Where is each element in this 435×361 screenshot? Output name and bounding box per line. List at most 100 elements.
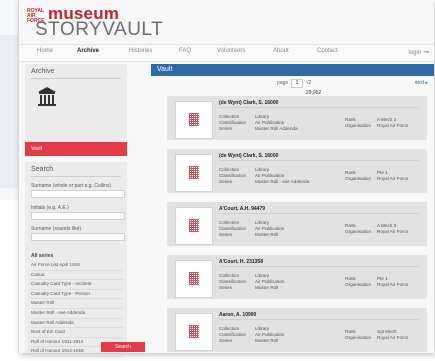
rank-label: Rank [345,117,356,122]
nav-about[interactable]: About [273,48,289,54]
divider [219,266,419,267]
rank-value: A Mech 3 [377,117,397,122]
series-item[interactable]: Muster Roll [31,299,123,309]
nav-histories[interactable]: Histories [129,48,152,54]
series-label: Series [219,126,233,131]
organisation-label: Organisation [345,229,372,234]
series-value: Muster Roll - see Addenda [255,179,310,184]
page-label: page [277,80,289,86]
sidebar-archive-panel: Archive [25,64,127,142]
series-item[interactable]: Casua [31,271,123,281]
record-card[interactable]: (de Wynt) Clark, S. 16000 Collection Lib… [167,149,427,193]
document-icon [189,325,199,338]
series-item[interactable]: Air Force List April 1918 [31,261,123,271]
series-item[interactable]: Muster Roll - see Addenda [31,309,123,319]
nav-home[interactable]: Home [37,48,53,54]
document-icon [189,113,199,126]
organisation-label: Organisation [345,123,372,128]
series-label: Series [219,285,233,290]
record-name[interactable]: Aaron, A. 10900 [219,312,256,318]
surname-sounds-label: Surname (sounds like) [31,226,82,232]
series-item[interactable]: Muster Roll Addenda [31,319,123,329]
record-name[interactable]: (de Wynt) Clark, S. 16000 [219,100,278,106]
classification-value: Air Publication [255,120,285,125]
rank-value: Sgt Mech [377,329,397,334]
nav-contact[interactable]: Contact [317,48,338,54]
surname-sounds-input[interactable] [31,233,125,241]
series-label: Series [219,179,233,184]
rank-label: Rank [345,170,356,175]
initials-label: Initials (e.g. A.E.) [31,205,69,211]
nav-faq[interactable]: FAQ [179,48,191,54]
record-thumbnail[interactable] [175,101,213,139]
divider [219,319,419,320]
record-thumbnail[interactable] [175,207,213,245]
page-total: /2 [307,80,312,86]
document-icon [189,272,199,285]
login-link[interactable]: login ⊸ [408,48,429,56]
series-item[interactable]: Casualty Card Type - Person [31,290,123,300]
rank-value: A Mech 3 [377,223,397,228]
login-label: login [408,50,422,56]
collection-value: Library [255,326,270,331]
series-value: Muster Roll [255,285,279,290]
organisation-label: Organisation [345,335,372,340]
logo-storyvault-text: STORYVAULT [35,19,164,40]
document-icon [189,166,199,179]
sidebar-item-vault[interactable]: Vault [25,142,127,156]
collection-value: Library [255,220,270,225]
record-card[interactable]: A'Court, H. 231358 Collection Library Cl… [167,255,427,299]
record-thumbnail[interactable] [175,260,213,298]
next-page-link[interactable]: next ▸ [415,80,428,86]
organisation-value: Royal Air Force [377,282,409,287]
organisation-value: Royal Air Force [377,335,409,340]
divider [31,176,121,177]
record-name[interactable]: (de Wynt) Clark, S. 16000 [219,153,278,159]
classification-label: Classification [219,173,247,178]
organisation-value: Royal Air Force [377,229,409,234]
museum-building-icon [38,87,56,106]
record-card[interactable]: Aaron, A. 10900 Collection Library Class… [167,308,427,352]
record-card[interactable]: A'Court, A.H. 94479 Collection Library C… [167,202,427,246]
record-thumbnail[interactable] [175,313,213,351]
vault-header: Vault [151,64,434,76]
nav-volunteers[interactable]: Volunteers [217,48,245,54]
series-label: Series [219,232,233,237]
classification-value: Air Publication [255,279,285,284]
classification-value: Air Publication [255,332,285,337]
initials-input[interactable] [31,212,125,220]
sidebar-archive-title: Archive [31,68,55,75]
divider [219,213,419,214]
app-frame: ROYAL AIR FORCE museum STORYVAULT Home A… [18,0,434,357]
organisation-label: Organisation [345,176,372,181]
record-name[interactable]: A'Court, H. 231358 [219,259,263,265]
classification-label: Classification [219,226,247,231]
rank-value: Pte 1 [377,276,388,281]
organisation-value: Royal Air Force [377,123,409,128]
rank-label: Rank [345,223,356,228]
organisation-label: Organisation [345,282,372,287]
collection-label: Collection [219,273,240,278]
collection-value: Library [255,273,270,278]
record-name[interactable]: A'Court, A.H. 94479 [219,206,265,212]
series-value: Muster Roll Addenda [255,126,298,131]
nav-archive[interactable]: Archive [77,48,99,54]
page-input[interactable]: 1 [291,79,303,88]
divider [31,78,121,79]
surname-label: Surname (whole or part e.g. Collins) [31,183,112,189]
pagination: page 1 /2 next ▸ [151,78,434,88]
series-item[interactable]: Casualty Card Type - Incident [31,280,123,290]
record-thumbnail[interactable] [175,154,213,192]
classification-label: Classification [219,120,247,125]
surname-input[interactable] [31,190,125,198]
sidebar-search-panel: Search Surname (whole or part e.g. Colli… [25,162,127,357]
vault-title: Vault [157,66,173,73]
organisation-value: Royal Air Force [377,176,409,181]
search-button[interactable]: Search [101,342,145,352]
series-item[interactable]: Next of Kin Card [31,328,123,338]
classification-label: Classification [219,332,247,337]
document-icon [189,219,199,232]
record-card[interactable]: (de Wynt) Clark, S. 16000 Collection Lib… [167,96,427,140]
series-list-title[interactable]: All series [31,253,53,259]
collection-value: Library [255,114,270,119]
